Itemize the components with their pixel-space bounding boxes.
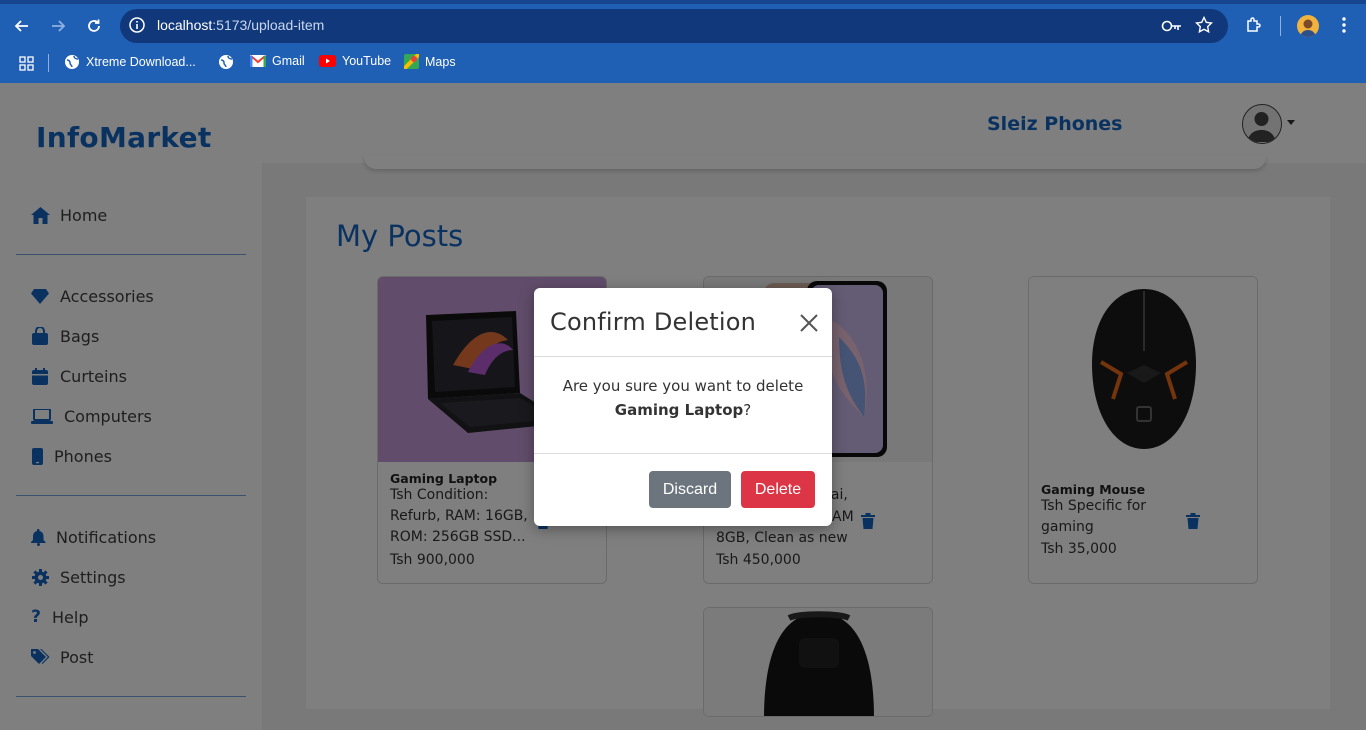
bookmark-maps[interactable]: Maps (404, 54, 456, 69)
back-icon[interactable] (10, 14, 34, 38)
delete-button[interactable]: Delete (741, 471, 815, 508)
maps-icon (404, 54, 419, 69)
modal-item-name: Gaming Laptop (614, 401, 744, 419)
gmail-icon (250, 55, 266, 67)
modal-message: Are you sure you want to delete Gaming L… (534, 374, 832, 422)
bookmark-label: Xtreme Download... (86, 55, 196, 69)
bookmark-label: YouTube (342, 54, 392, 68)
bookmark-gmail[interactable]: Gmail (250, 54, 305, 68)
url-host: localhost (157, 17, 213, 33)
apps-grid-icon[interactable] (18, 55, 34, 71)
browser-menu-icon[interactable] (1334, 15, 1354, 35)
bookmark-label: Gmail (272, 54, 305, 68)
globe-icon (219, 55, 233, 69)
browser-chrome: localhost:5173/upload-item Xtreme Downlo… (0, 0, 1366, 83)
extensions-icon[interactable] (1244, 15, 1264, 35)
bookmark-globe[interactable] (218, 54, 234, 70)
discard-button[interactable]: Discard (649, 471, 731, 508)
youtube-icon (319, 55, 336, 67)
modal-title: Confirm Deletion (550, 308, 757, 336)
forward-icon[interactable] (46, 14, 70, 38)
bookmark-youtube[interactable]: YouTube (319, 54, 391, 68)
site-info-icon[interactable] (128, 16, 146, 38)
bookmark-label: Maps (425, 54, 456, 69)
bookmarks-divider (48, 54, 49, 72)
modal-footer-divider (534, 453, 832, 454)
modal-message-item-line: Gaming Laptop? (534, 398, 832, 422)
bookmarks-bar: Xtreme Download... Gmail YouTube Maps (0, 50, 1366, 76)
close-icon[interactable] (798, 312, 820, 334)
password-key-icon[interactable] (1160, 16, 1184, 36)
modal-message-suffix: ? (743, 401, 752, 419)
browser-profile-avatar[interactable] (1297, 15, 1319, 37)
bookmark-star-icon[interactable] (1194, 15, 1214, 35)
chrome-divider (1280, 16, 1281, 36)
modal-header-divider (534, 356, 832, 357)
url-path: :5173/upload-item (212, 17, 325, 33)
reload-icon[interactable] (82, 14, 106, 38)
url-text: localhost:5173/upload-item (157, 17, 324, 33)
chrome-top-strip (0, 0, 1366, 4)
bookmark-xtreme[interactable]: Xtreme Download... (64, 54, 196, 70)
modal-message-text: Are you sure you want to delete (562, 377, 804, 395)
confirm-delete-modal: Confirm Deletion Are you sure you want t… (534, 288, 832, 526)
globe-icon (65, 55, 79, 69)
